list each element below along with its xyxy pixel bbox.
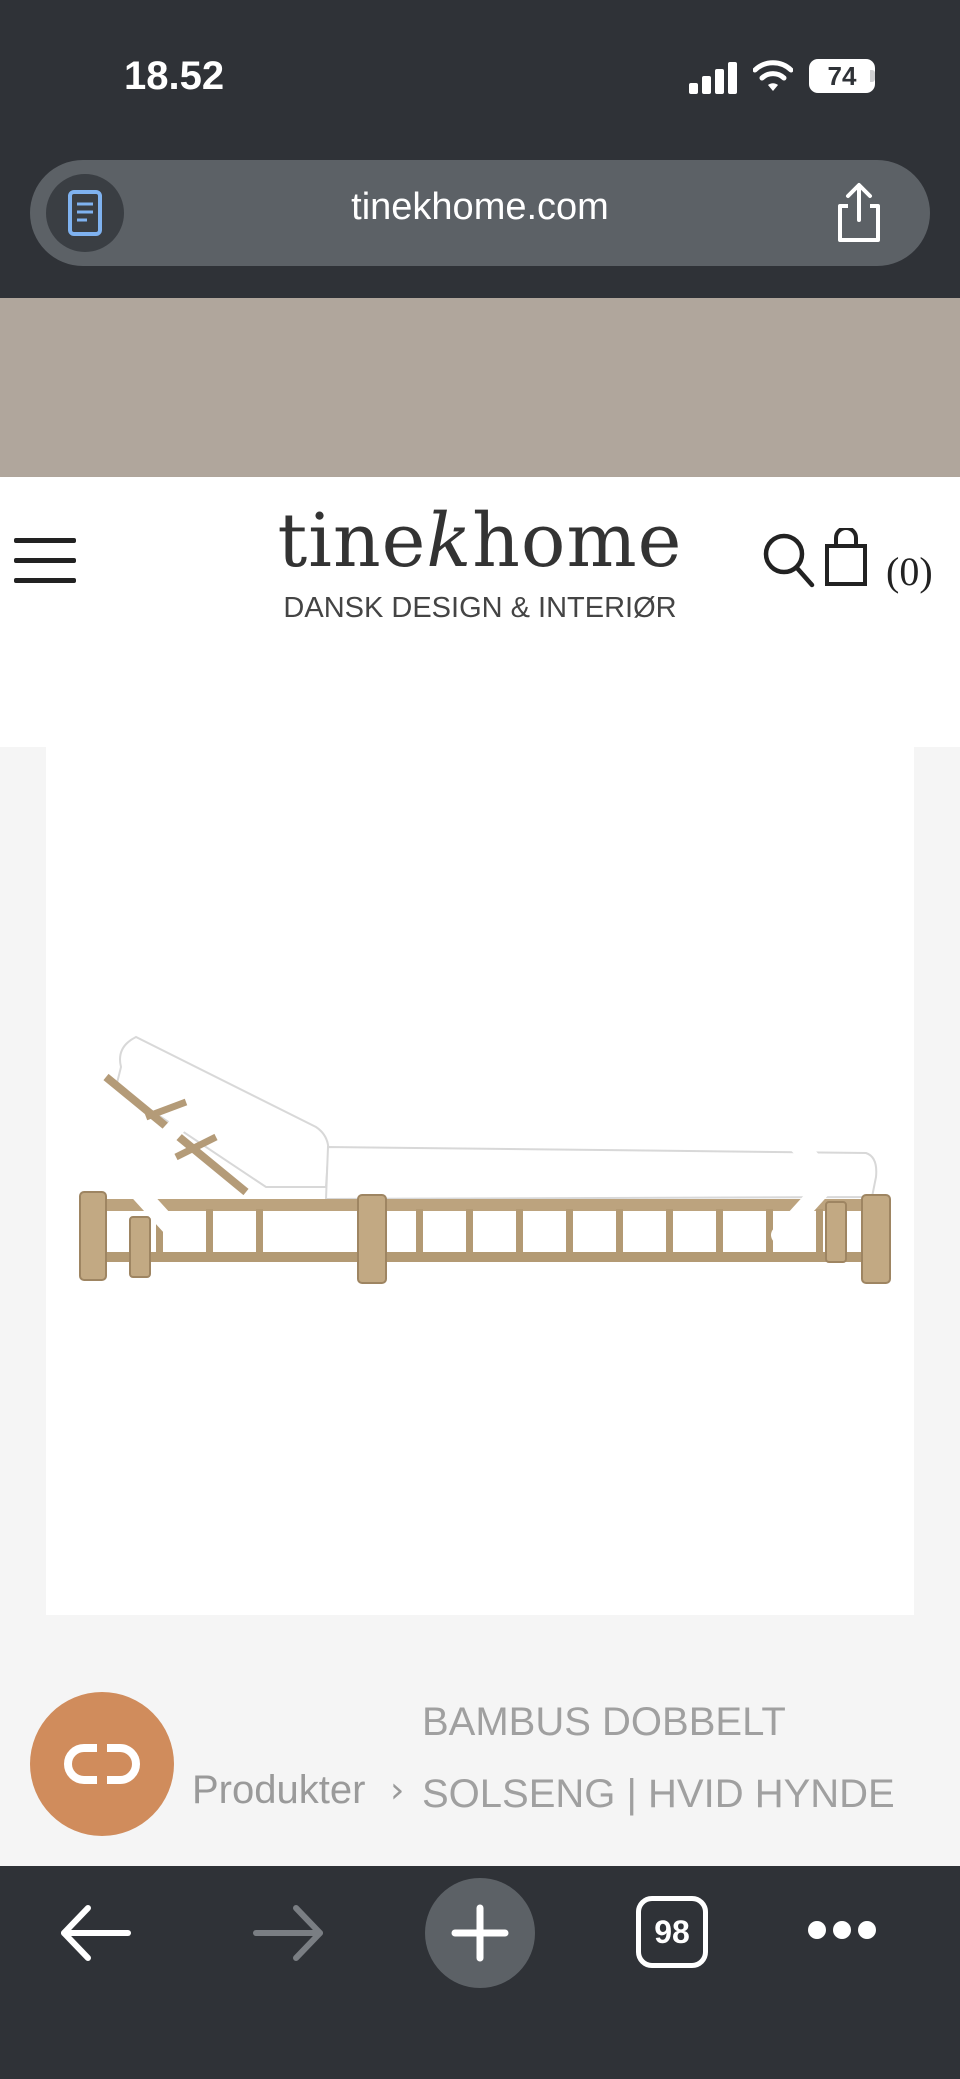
forward-arrow-icon[interactable] xyxy=(248,1898,328,1968)
promo-banner xyxy=(0,298,960,477)
search-icon[interactable] xyxy=(760,530,816,590)
next-image-arrow-icon[interactable] xyxy=(760,1105,850,1255)
breadcrumb-current-product: BAMBUS DOBBELT SOLSENG | HVID HYNDE xyxy=(422,1700,895,1816)
logo-text-part3: home xyxy=(472,498,683,584)
logo-text-part2: k xyxy=(426,498,473,584)
site-logo[interactable]: tinekhome xyxy=(0,498,960,584)
back-arrow-icon[interactable] xyxy=(56,1898,136,1968)
battery-indicator: 74 xyxy=(809,59,875,93)
more-options-icon[interactable] xyxy=(806,1918,878,1944)
wifi-icon xyxy=(753,60,793,91)
cellular-signal-icon xyxy=(689,62,737,94)
previous-image-arrow-icon[interactable] xyxy=(108,1105,198,1255)
status-time: 18.52 xyxy=(124,54,225,98)
new-tab-button[interactable] xyxy=(425,1878,535,1988)
url-text[interactable]: tinekhome.com xyxy=(0,186,960,229)
tab-switcher-button[interactable]: 98 xyxy=(636,1896,708,1968)
content-spacer xyxy=(0,657,960,747)
logo-text-part1: tine xyxy=(277,498,427,584)
chat-button[interactable] xyxy=(30,1692,174,1836)
site-tagline: DANSK DESIGN & INTERIØR xyxy=(283,592,677,624)
breadcrumb-separator: › xyxy=(390,1770,405,1811)
cart-icon[interactable] xyxy=(824,528,868,586)
plus-icon xyxy=(451,1904,509,1962)
cart-count[interactable]: (0) xyxy=(886,548,933,595)
battery-cap-icon xyxy=(870,70,875,82)
share-icon[interactable] xyxy=(826,180,892,246)
breadcrumb-products-link[interactable]: Produkter xyxy=(192,1768,365,1813)
chat-icon xyxy=(64,1744,140,1784)
battery-percent: 74 xyxy=(827,61,857,91)
